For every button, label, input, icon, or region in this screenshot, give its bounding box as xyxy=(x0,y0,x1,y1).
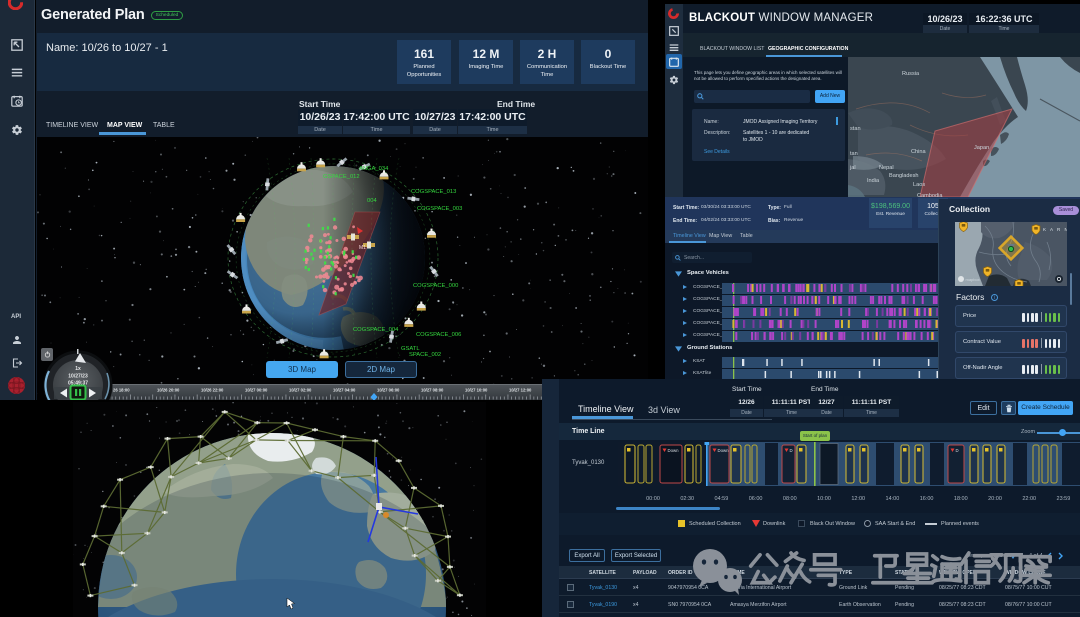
svg-text:10:00: 10:00 xyxy=(817,496,831,502)
svg-text:10/27 00:00: 10/27 00:00 xyxy=(245,388,268,393)
svg-text:D: D xyxy=(956,448,959,453)
svg-text:K A R N: K A R N xyxy=(1043,227,1067,232)
svg-text:23:59: 23:59 xyxy=(1057,496,1071,502)
svg-text:COGSPACE_013: COGSPACE_013 xyxy=(411,189,456,195)
svg-text:08:00: 08:00 xyxy=(783,496,797,502)
svg-text:COGSPACE_004: COGSPACE_004 xyxy=(353,327,399,333)
svg-text:02:30: 02:30 xyxy=(680,496,694,502)
svg-text:Russia: Russia xyxy=(902,71,920,77)
svg-text:China: China xyxy=(911,149,927,155)
svg-text:10/27 04:00: 10/27 04:00 xyxy=(333,388,356,393)
svg-text:COGSPACE_006: COGSPACE_006 xyxy=(416,332,461,338)
svg-text:1x: 1x xyxy=(75,366,81,372)
svg-text:22:00: 22:00 xyxy=(1022,496,1036,502)
svg-text:10/27 06:00: 10/27 06:00 xyxy=(377,388,400,393)
svg-text:10/27 08:00: 10/27 08:00 xyxy=(421,388,444,393)
svg-text:GSPACE_012: GSPACE_012 xyxy=(323,174,360,180)
svg-text:20:00: 20:00 xyxy=(988,496,1002,502)
svg-text:Down: Down xyxy=(718,448,730,453)
svg-text:Down: Down xyxy=(668,448,680,453)
svg-text:jal: jal xyxy=(849,165,856,171)
svg-text:SPACE_002: SPACE_002 xyxy=(409,352,441,358)
svg-text:04:59: 04:59 xyxy=(715,496,729,502)
svg-text:10/27 10:00: 10/27 10:00 xyxy=(465,388,488,393)
svg-text:18:00: 18:00 xyxy=(954,496,968,502)
svg-text:Japan: Japan xyxy=(974,145,989,151)
svg-text:004: 004 xyxy=(367,198,377,204)
svg-text:14:00: 14:00 xyxy=(886,496,900,502)
svg-text:10/27/23: 10/27/23 xyxy=(68,374,88,380)
svg-text:Bangladesh: Bangladesh xyxy=(889,173,919,179)
svg-text:Nepal: Nepal xyxy=(879,165,894,171)
svg-text:India: India xyxy=(867,178,880,184)
svg-text:10/27 12:00: 10/27 12:00 xyxy=(509,388,532,393)
svg-text:Laos: Laos xyxy=(913,182,925,188)
svg-text:12:00: 12:00 xyxy=(851,496,865,502)
svg-text:mapbox: mapbox xyxy=(966,277,980,282)
svg-text:10/27 02:00: 10/27 02:00 xyxy=(289,388,312,393)
svg-text:stan: stan xyxy=(850,126,861,132)
svg-text:00:00: 00:00 xyxy=(646,496,660,502)
svg-text:10/26 20:00: 10/26 20:00 xyxy=(157,388,180,393)
svg-text:tan: tan xyxy=(850,151,858,157)
svg-text:06:00: 06:00 xyxy=(749,496,763,502)
svg-text:ANGA_034: ANGA_034 xyxy=(359,166,389,172)
svg-text:D: D xyxy=(790,448,793,453)
svg-text:16:00: 16:00 xyxy=(920,496,934,502)
svg-text:10/26 22:00: 10/26 22:00 xyxy=(201,388,224,393)
svg-text:COGSPACE_000: COGSPACE_000 xyxy=(413,283,458,289)
svg-text:COGSPACE_003: COGSPACE_003 xyxy=(417,206,462,212)
svg-text:M1: M1 xyxy=(359,245,366,251)
